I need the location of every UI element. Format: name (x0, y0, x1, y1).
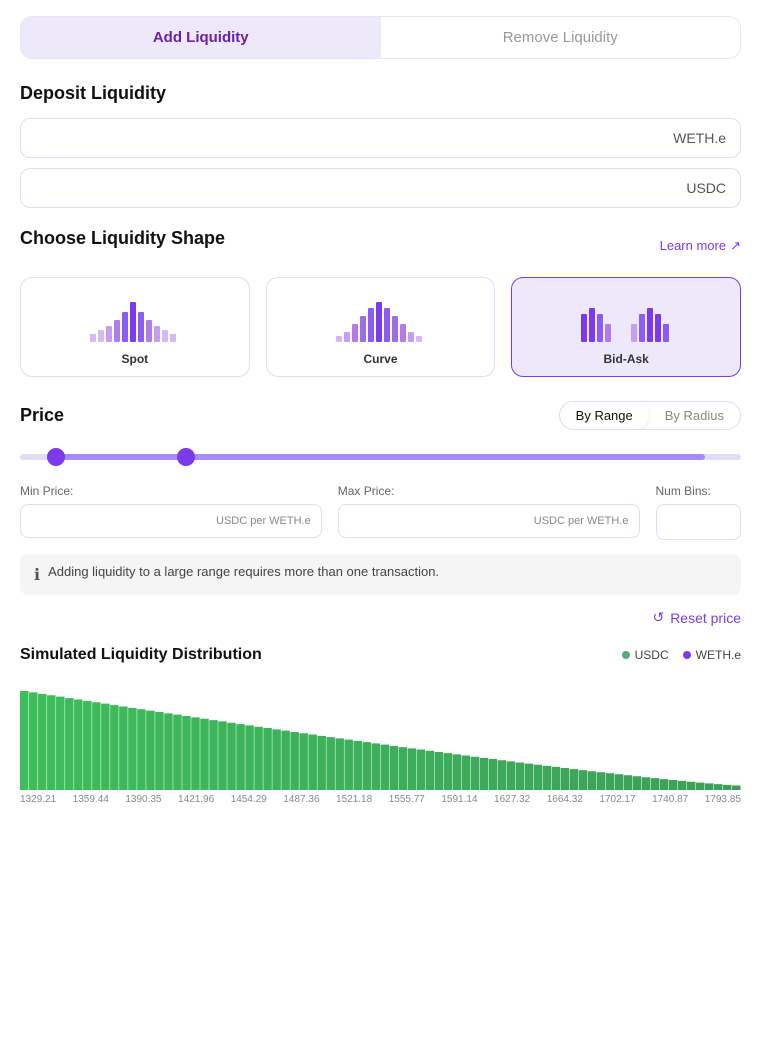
usdc-input-row: 100000 USDC (20, 168, 741, 208)
weth-legend-label: WETH.e (696, 648, 741, 662)
info-text: Adding liquidity to a large range requir… (48, 564, 439, 579)
range-toggle: By Range By Radius (559, 401, 741, 430)
slider-thumb-left[interactable] (47, 448, 65, 466)
price-section: Price By Range By Radius Min Price: 1301… (20, 401, 741, 626)
spot-chart (85, 294, 185, 344)
chart-x-label: 1359.44 (73, 794, 109, 805)
bid-ask-label: Bid-Ask (604, 352, 649, 366)
chart-x-labels: 1329.21 1359.44 1390.35 1421.96 1454.29 1487.… (20, 794, 741, 805)
shape-cards: Spot Curve (20, 277, 741, 377)
price-slider[interactable] (20, 446, 741, 468)
min-price-label: Min Price: (20, 484, 322, 498)
price-header: Price By Range By Radius (20, 401, 741, 430)
curve-label: Curve (364, 352, 398, 366)
min-price-box: 1301.61623239 USDC per WETH.e (20, 504, 322, 538)
slider-fill (56, 454, 705, 460)
bid-ask-card[interactable]: Bid-Ask (511, 277, 741, 377)
chart-x-label: 1740.87 (652, 794, 688, 805)
legend: USDC WETH.e (622, 648, 741, 662)
max-price-field: Max Price: 1801.93820618 USDC per WETH.e (338, 484, 640, 540)
num-bins-input[interactable]: 218 (667, 513, 727, 529)
chart-x-label: 1421.96 (178, 794, 214, 805)
external-link-icon: ↗ (730, 238, 741, 254)
chart-x-label: 1329.21 (20, 794, 56, 805)
reset-icon: ↺ (652, 609, 664, 626)
distribution-section: Simulated Liquidity Distribution USDC WE… (20, 646, 741, 805)
distribution-svg: [] (20, 680, 741, 790)
max-price-box: 1801.93820618 USDC per WETH.e (338, 504, 640, 538)
num-bins-box: 218 (656, 504, 742, 540)
deposit-section: Deposit Liquidity 0 WETH.e 100000 USDC (20, 83, 741, 208)
learn-more-link[interactable]: Learn more ↗ (660, 238, 741, 254)
curve-chart (331, 294, 431, 344)
chart-x-label: 1793.85 (705, 794, 741, 805)
chart-x-label: 1390.35 (125, 794, 161, 805)
distribution-title: Simulated Liquidity Distribution (20, 646, 262, 664)
distribution-chart: [] (20, 680, 741, 790)
reset-label: Reset price (670, 610, 741, 626)
min-price-field: Min Price: 1301.61623239 USDC per WETH.e (20, 484, 322, 540)
max-price-label: Max Price: (338, 484, 640, 498)
usdc-dot (622, 651, 630, 659)
weth-input-row: 0 WETH.e (20, 118, 741, 158)
shape-header: Choose Liquidity Shape Learn more ↗ (20, 228, 741, 263)
by-radius-btn[interactable]: By Radius (649, 402, 740, 429)
weth-token-label: WETH.e (673, 130, 726, 146)
info-icon: ℹ (34, 565, 40, 585)
max-price-input[interactable]: 1801.93820618 (349, 513, 530, 529)
deposit-title: Deposit Liquidity (20, 83, 741, 104)
shape-title: Choose Liquidity Shape (20, 228, 225, 249)
distribution-header: Simulated Liquidity Distribution USDC WE… (20, 646, 741, 664)
shape-section: Choose Liquidity Shape Learn more ↗ (20, 228, 741, 377)
chart-x-label: 1702.17 (599, 794, 635, 805)
by-range-btn[interactable]: By Range (560, 402, 649, 429)
usdc-legend-label: USDC (635, 648, 669, 662)
usdc-input[interactable]: 100000 (35, 179, 686, 197)
tab-row: Add Liquidity Remove Liquidity (20, 16, 741, 59)
min-price-unit: USDC per WETH.e (216, 515, 311, 527)
chart-x-label: 1591.14 (441, 794, 477, 805)
reset-row: ↺ Reset price (20, 609, 741, 626)
price-title: Price (20, 405, 64, 426)
spot-label: Spot (122, 352, 149, 366)
weth-input[interactable]: 0 (35, 129, 673, 147)
slider-thumb-right[interactable] (177, 448, 195, 466)
chart-x-label: 1521.18 (336, 794, 372, 805)
bid-ask-chart (576, 294, 676, 344)
usdc-token-label: USDC (686, 180, 726, 196)
remove-liquidity-tab[interactable]: Remove Liquidity (381, 17, 741, 58)
add-liquidity-tab[interactable]: Add Liquidity (21, 17, 381, 58)
chart-x-label: 1487.36 (283, 794, 319, 805)
legend-usdc: USDC (622, 648, 669, 662)
max-price-unit: USDC per WETH.e (534, 515, 629, 527)
price-inputs: Min Price: 1301.61623239 USDC per WETH.e… (20, 484, 741, 540)
legend-weth: WETH.e (683, 648, 741, 662)
chart-x-label: 1627.32 (494, 794, 530, 805)
curve-card[interactable]: Curve (266, 277, 496, 377)
slider-track (20, 454, 741, 460)
num-bins-field: Num Bins: 218 (656, 484, 742, 540)
chart-x-label: 1555.77 (389, 794, 425, 805)
spot-card[interactable]: Spot (20, 277, 250, 377)
chart-x-label: 1454.29 (231, 794, 267, 805)
num-bins-label: Num Bins: (656, 484, 742, 498)
reset-price-button[interactable]: ↺ Reset price (652, 609, 741, 626)
weth-dot (683, 651, 691, 659)
chart-x-label: 1664.32 (547, 794, 583, 805)
min-price-input[interactable]: 1301.61623239 (31, 513, 212, 529)
info-banner: ℹ Adding liquidity to a large range requ… (20, 554, 741, 595)
